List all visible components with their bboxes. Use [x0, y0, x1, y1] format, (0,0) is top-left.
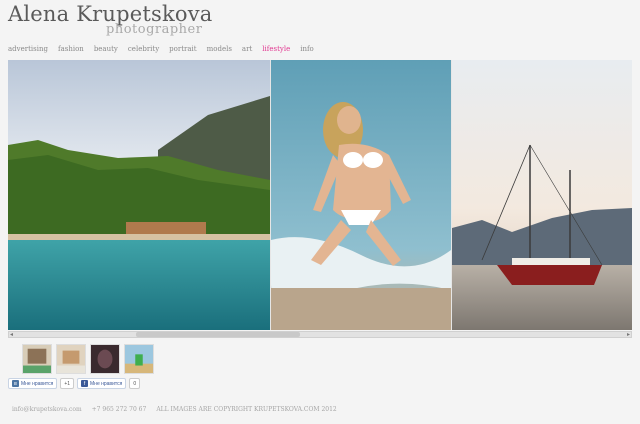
- gallery-photo-model[interactable]: [271, 60, 451, 330]
- nav-item-portrait[interactable]: portrait: [169, 45, 196, 53]
- scroll-left-icon[interactable]: ◂: [10, 331, 13, 338]
- nav-item-lifestyle[interactable]: lifestyle: [262, 45, 290, 53]
- thumbnail-2[interactable]: [56, 344, 86, 374]
- scrollbar-thumb[interactable]: [136, 332, 300, 337]
- scroll-right-icon[interactable]: ▸: [627, 331, 630, 338]
- nav-item-fashion[interactable]: fashion: [58, 45, 84, 53]
- vk-like-label: Мне нравится: [21, 380, 54, 387]
- footer: info@krupetskova.com +7 965 272 70 67 AL…: [12, 406, 337, 413]
- main-nav: advertising fashion beauty celebrity por…: [8, 45, 314, 53]
- fb-like-button[interactable]: f Мне нравится: [77, 378, 127, 389]
- thumbnail-1[interactable]: [22, 344, 52, 374]
- nav-item-info[interactable]: info: [300, 45, 314, 53]
- nav-item-beauty[interactable]: beauty: [94, 45, 118, 53]
- vk-icon: в: [12, 380, 19, 387]
- facebook-icon: f: [81, 380, 89, 387]
- site-tagline: photographer: [106, 22, 203, 37]
- nav-item-art[interactable]: art: [242, 45, 252, 53]
- fb-like-label: Мне нравится: [90, 380, 123, 387]
- nav-item-advertising[interactable]: advertising: [8, 45, 48, 53]
- nav-item-models[interactable]: models: [207, 45, 232, 53]
- fb-like-count: 0: [129, 378, 141, 389]
- social-buttons: в Мне нравится +1 f Мне нравится 0: [8, 378, 141, 389]
- gallery-photo-ship[interactable]: [452, 60, 632, 330]
- thumbnail-4[interactable]: [124, 344, 154, 374]
- gallery-photo-island[interactable]: [8, 60, 270, 330]
- vk-like-count: +1: [60, 378, 75, 389]
- footer-copyright: ALL IMAGES ARE COPYRIGHT KRUPETSKOVA.COM…: [156, 406, 337, 413]
- vk-like-button[interactable]: в Мне нравится: [8, 378, 58, 389]
- footer-phone: +7 965 272 70 67: [91, 406, 147, 413]
- thumbnail-strip: [22, 344, 154, 374]
- photo-gallery[interactable]: [8, 60, 632, 330]
- nav-item-celebrity[interactable]: celebrity: [128, 45, 159, 53]
- gallery-scrollbar[interactable]: ◂ ▸: [8, 331, 632, 338]
- thumbnail-3[interactable]: [90, 344, 120, 374]
- footer-email[interactable]: info@krupetskova.com: [12, 406, 82, 413]
